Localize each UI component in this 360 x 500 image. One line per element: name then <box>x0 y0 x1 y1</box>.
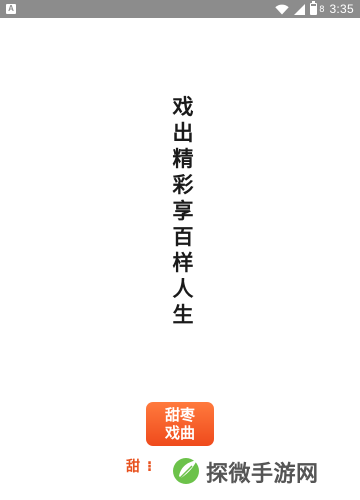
slogan: 戏 出 精 彩 享 百 样 人 生 <box>168 94 198 328</box>
slogan-char: 精 <box>172 147 194 171</box>
slogan-char: 样 <box>172 251 194 275</box>
status-icons: 8 3:35 <box>275 0 354 18</box>
status-clock: 3:35 <box>329 2 354 16</box>
battery-level <box>311 5 317 14</box>
notification-icon: A <box>6 4 16 14</box>
battery-icon <box>310 1 318 15</box>
slogan-char: 出 <box>172 121 194 145</box>
status-bar: A 8 3:35 <box>0 0 360 18</box>
signal-icon <box>294 3 306 15</box>
watermark-text: 探微手游网 <box>206 462 319 487</box>
app-logo-line2: 戏曲 <box>164 424 195 442</box>
slogan-char: 生 <box>172 303 194 327</box>
slogan-char: 百 <box>172 225 194 249</box>
app-name: 甜 ⁝ <box>126 459 154 475</box>
wifi-icon <box>275 4 290 15</box>
app-logo: 甜枣 戏曲 <box>146 402 214 446</box>
slogan-char: 戏 <box>172 95 194 119</box>
leaf-logo-icon <box>172 454 202 490</box>
splash-screen: A 8 3:35 戏 出 精 彩 享 百 样 人 生 甜枣 戏曲 甜 ⁝ 探微手… <box>0 0 360 500</box>
slogan-char: 彩 <box>172 173 194 197</box>
slogan-char: 享 <box>172 199 194 223</box>
slogan-char: 人 <box>172 277 194 301</box>
battery-level-text: 8 <box>319 4 325 14</box>
app-logo-line1: 甜枣 <box>164 406 195 424</box>
watermark: 探微手游网 <box>172 452 319 492</box>
